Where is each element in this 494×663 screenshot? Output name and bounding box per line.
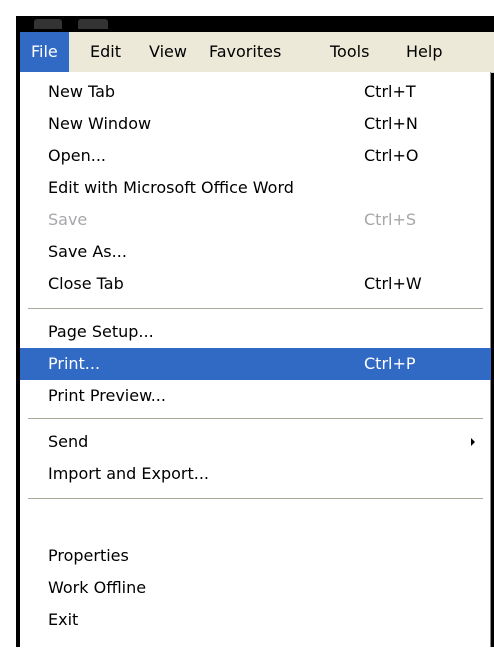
- tab-shape: [34, 19, 62, 29]
- menu-edit[interactable]: Edit: [79, 32, 132, 72]
- menu-item-shortcut: Ctrl+N: [364, 114, 418, 133]
- menu-separator: [28, 308, 483, 309]
- menu-item-shortcut: Ctrl+S: [364, 210, 417, 229]
- menu-item-label: Save As...: [48, 242, 127, 261]
- menu-tools[interactable]: Tools: [319, 32, 380, 72]
- menu-separator: [28, 418, 483, 419]
- menu-item-label: Work Offline: [48, 578, 147, 597]
- menu-item-save-as[interactable]: Save As...: [20, 236, 491, 268]
- menu-item-label: Edit with Microsoft Office Word: [48, 178, 294, 197]
- menu-file[interactable]: File: [20, 32, 69, 72]
- menu-item-label: New Window: [48, 114, 152, 133]
- menu-item-label: New Tab: [48, 82, 116, 101]
- menu-favorites[interactable]: Favorites: [198, 32, 292, 72]
- menu-item-properties[interactable]: Properties: [20, 540, 491, 572]
- file-menu-dropdown: New Tab Ctrl+T New Window Ctrl+N Open...…: [20, 72, 491, 647]
- title-strip: [16, 16, 494, 32]
- menu-item-exit[interactable]: Exit: [20, 604, 491, 636]
- submenu-arrow-icon: [471, 438, 475, 446]
- menu-item-save: Save Ctrl+S: [20, 204, 491, 236]
- menu-item-new-tab[interactable]: New Tab Ctrl+T: [20, 76, 491, 108]
- menu-item-shortcut: Ctrl+W: [364, 274, 422, 293]
- menu-item-label: Print...: [48, 354, 101, 373]
- tab-shape: [78, 19, 108, 29]
- menu-item-work-offline[interactable]: Work Offline: [20, 572, 491, 604]
- menu-item-shortcut: Ctrl+T: [364, 82, 416, 101]
- menu-item-label: Properties: [48, 546, 129, 565]
- menu-item-page-setup[interactable]: Page Setup...: [20, 316, 491, 348]
- menu-item-import-export[interactable]: Import and Export...: [20, 458, 491, 490]
- menu-item-shortcut: Ctrl+P: [364, 354, 416, 373]
- menu-item-open[interactable]: Open... Ctrl+O: [20, 140, 491, 172]
- menu-item-label: Open...: [48, 146, 106, 165]
- menu-item-label: Save: [48, 210, 88, 229]
- menu-item-label: Close Tab: [48, 274, 124, 293]
- menu-item-edit-with-word[interactable]: Edit with Microsoft Office Word: [20, 172, 491, 204]
- menu-item-print-preview[interactable]: Print Preview...: [20, 380, 491, 412]
- menu-bar: File Edit View Favorites Tools Help: [20, 32, 494, 73]
- menu-item-label: Exit: [48, 610, 79, 629]
- menu-item-label: Page Setup...: [48, 322, 154, 341]
- menu-item-print[interactable]: Print... Ctrl+P: [20, 348, 491, 380]
- menu-item-close-tab[interactable]: Close Tab Ctrl+W: [20, 268, 491, 300]
- menu-item-new-window[interactable]: New Window Ctrl+N: [20, 108, 491, 140]
- menu-separator: [28, 498, 483, 499]
- menu-item-label: Send: [48, 432, 89, 451]
- menu-help[interactable]: Help: [395, 32, 453, 72]
- menu-item-label: Print Preview...: [48, 386, 166, 405]
- menu-item-label: Import and Export...: [48, 464, 210, 483]
- menu-item-shortcut: Ctrl+O: [364, 146, 419, 165]
- menu-view[interactable]: View: [138, 32, 198, 72]
- menu-item-send[interactable]: Send: [20, 426, 491, 458]
